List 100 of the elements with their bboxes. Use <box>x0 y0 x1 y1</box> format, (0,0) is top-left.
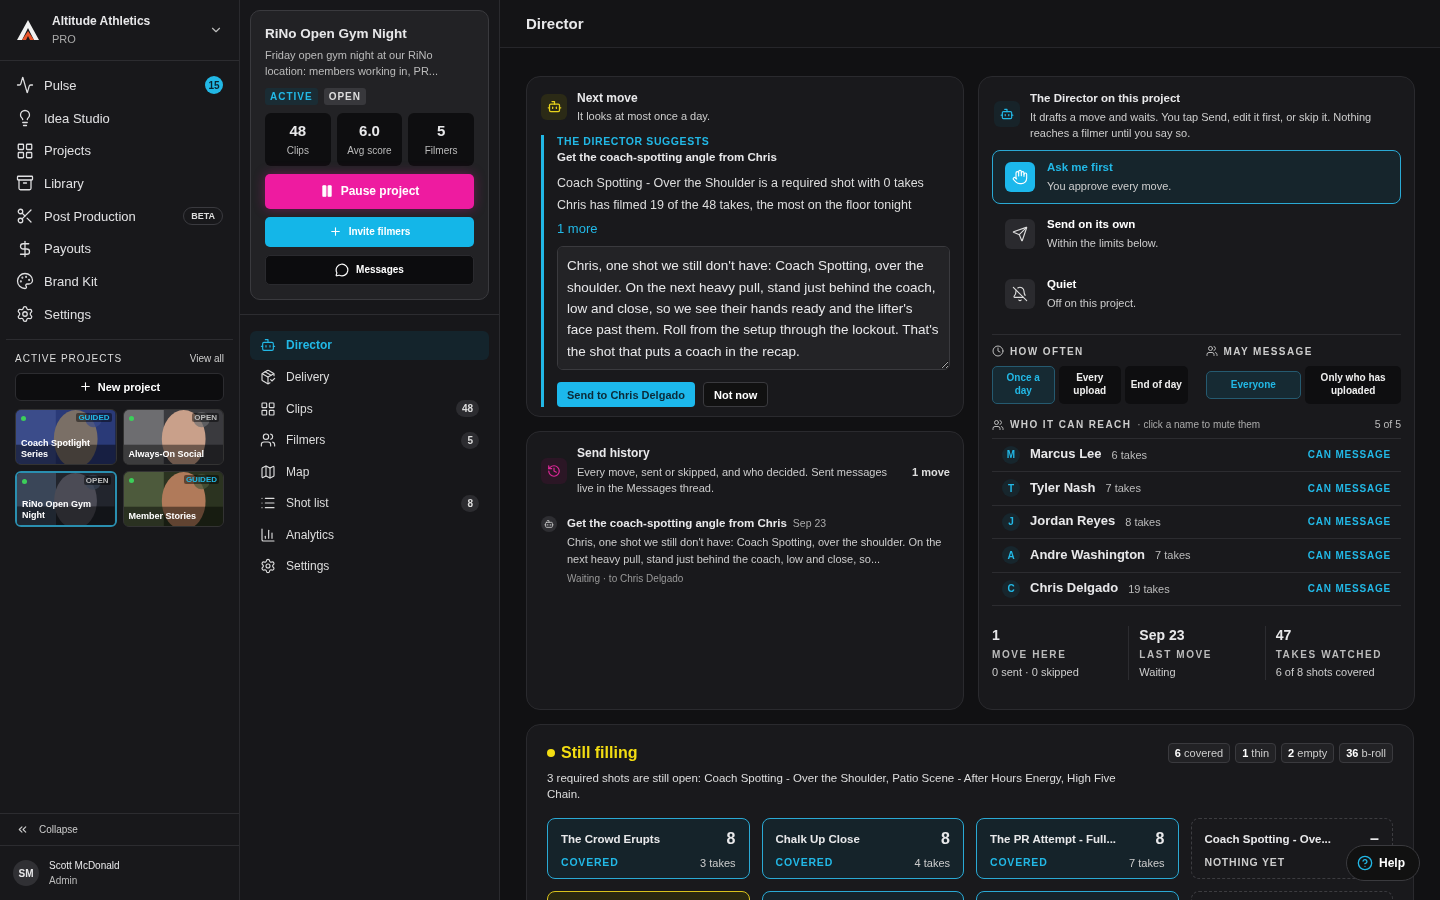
project-nav-item[interactable]: Clips 48 <box>250 393 489 425</box>
project-nav-item[interactable]: Analytics <box>250 519 489 551</box>
stat-value: 48 <box>289 120 307 141</box>
message-field[interactable]: Chris, one shot we still don't have: Coach Spotting, over the shoulder. On the next heavy pull, stand just behind the coach, low and close, so we see their hands ready and the lifter's face past them. Roll from the setup through the lockout. That's the shot that puts a coach in the recap. <box>557 246 950 371</box>
send-icon <box>1012 225 1028 242</box>
mode-subtitle: You approve every move. <box>1047 179 1172 194</box>
count-badge: 8 <box>461 494 479 512</box>
project-nav-item[interactable]: Filmers 5 <box>250 424 489 457</box>
users-icon <box>1205 345 1218 358</box>
shot-title: Chalk Up Close <box>775 831 860 847</box>
card-title: Next move <box>577 91 639 107</box>
project-thumbnail[interactable]: GUIDED Coach Spotlight Series <box>15 408 117 465</box>
page-title: Director <box>526 13 584 34</box>
shot-card[interactable]: The Crowd Erupts 8 COVERED 3 takes <box>547 818 750 879</box>
collapse-button[interactable]: Collapse <box>0 813 239 846</box>
project-thumbnail[interactable]: GUIDED Member Stories <box>122 470 224 527</box>
package-icon <box>260 369 276 386</box>
filmer-name: Andre Washington <box>1030 546 1146 564</box>
stat-label: Clips <box>286 144 309 158</box>
coverage-chip: 2 empty <box>1281 743 1335 763</box>
shot-count: 8 <box>1155 829 1165 849</box>
settings-icon <box>260 558 276 575</box>
take-count: 6 takes <box>1111 447 1148 462</box>
nav-item[interactable]: Brand Kit <box>16 265 223 298</box>
audience-option[interactable]: Only who has uploaded <box>1305 365 1401 404</box>
nav-item[interactable]: Idea Studio <box>16 101 223 135</box>
suggestion-eyebrow: THE DIRECTOR SUGGESTS <box>557 134 711 149</box>
card-subtitle: Every move, sent or skipped, and who decided. Sent messages live in the Messages thread. <box>577 464 888 496</box>
filmer-row[interactable]: T Tyler Nash 7 takes CAN MESSAGE <box>992 472 1401 506</box>
user-name: Scott McDonald <box>49 859 120 872</box>
pulse-icon <box>16 76 34 95</box>
project-title: Member Stories <box>128 510 198 522</box>
project-title: RiNo Open Gym Night <box>22 498 92 521</box>
shot-count: 8 <box>941 829 950 849</box>
mode-option[interactable]: Send on its own Within the limits below. <box>992 203 1401 264</box>
workspace-name: Altitude Athletics <box>52 14 152 30</box>
shot-card[interactable]: Chalk Up Close 8 COVERED 4 takes <box>761 818 964 879</box>
shot-status: NOTHING YET <box>1204 855 1285 870</box>
filmer-name: Jordan Reyes <box>1030 513 1116 531</box>
new-project-button[interactable]: New project <box>15 372 224 401</box>
frequency-option[interactable]: Once a day <box>992 365 1055 404</box>
pause-icon <box>319 184 334 199</box>
mode-option[interactable]: Quiet Off on this project. <box>992 263 1401 324</box>
suggestion-title: Get the coach-spotting angle from Chris <box>557 149 778 165</box>
take-count: 19 takes <box>1128 581 1171 596</box>
project-nav-item[interactable]: Director <box>250 330 489 360</box>
stat-label: LAST MOVE <box>1139 648 1214 662</box>
reach-count: 5 of 5 <box>1374 417 1401 432</box>
stat-value: Sep 23 <box>1139 626 1186 645</box>
project-nav-item[interactable]: Settings <box>250 550 489 583</box>
entry-status: Waiting · to Chris Delgado <box>567 571 685 585</box>
take-count: 8 takes <box>1125 514 1162 529</box>
project-tag: GUIDED <box>183 474 219 484</box>
chat-icon <box>335 262 350 277</box>
project-thumbnail[interactable]: OPEN RiNo Open Gym Night <box>15 470 117 527</box>
robot-icon <box>1000 107 1014 121</box>
hand-icon <box>1012 168 1028 185</box>
nav-item[interactable]: Pulse 15 <box>16 69 223 102</box>
scissors-icon <box>16 207 34 226</box>
project-title: Coach Spotlight Series <box>21 437 91 460</box>
archive-icon <box>16 174 34 193</box>
nav-item[interactable]: Post Production BETA <box>16 199 223 233</box>
filmer-row[interactable]: J Jordan Reyes 8 takes CAN MESSAGE <box>992 505 1401 540</box>
view-all-link[interactable]: View all <box>189 352 224 364</box>
message-status: CAN MESSAGE <box>1307 481 1391 495</box>
plus-icon <box>328 225 342 239</box>
nav-item[interactable]: Projects <box>16 134 223 168</box>
shot-card[interactable]: The PR Attempt - Full... 8 COVERED 7 takes <box>976 818 1179 879</box>
message-status: CAN MESSAGE <box>1307 548 1391 562</box>
project-nav-item[interactable]: Shot list 8 <box>250 487 489 520</box>
shot-title: The PR Attempt - Full... <box>990 831 1117 847</box>
history-icon <box>547 464 561 479</box>
nav-item[interactable]: Payouts <box>16 232 223 266</box>
frequency-option[interactable]: Every upload <box>1058 365 1121 404</box>
more-link[interactable]: 1 more <box>557 221 950 237</box>
frequency-option[interactable]: End of day <box>1125 365 1188 404</box>
send-button[interactable]: Send to Chris Delgado <box>557 382 695 408</box>
entry-title: Get the coach-spotting angle from Chris <box>567 516 787 532</box>
project-title: Always-On Social <box>128 448 206 460</box>
not-now-button[interactable]: Not now <box>702 382 769 408</box>
pause-button[interactable]: Pause project <box>265 173 474 209</box>
users-icon <box>992 418 1004 431</box>
filmer-row[interactable]: A Andre Washington 7 takes CAN MESSAGE <box>992 539 1401 573</box>
nav-item[interactable]: Library <box>16 167 223 200</box>
take-count: 7 takes <box>1155 548 1192 563</box>
filmer-row[interactable]: M Marcus Lee 6 takes CAN MESSAGE <box>992 438 1401 473</box>
shot-status: COVERED <box>775 856 834 870</box>
coverage-title: Still filling <box>561 743 638 763</box>
messages-button[interactable]: Messages <box>265 254 474 285</box>
coverage-summary: 3 required shots are still open: Coach Spotting - Over the Shoulder, Patio Scene - After Hours Energy, High Five Chain. <box>547 770 1117 802</box>
project-nav-item[interactable]: Map <box>250 456 489 488</box>
message-status: CAN MESSAGE <box>1307 448 1391 462</box>
nav-item[interactable]: Settings <box>16 297 223 331</box>
audience-option[interactable]: Everyone <box>1205 370 1302 399</box>
project-tag: OPEN <box>83 475 111 485</box>
project-thumbnail[interactable]: OPEN Always-On Social <box>122 408 224 465</box>
filmer-row[interactable]: C Chris Delgado 19 takes CAN MESSAGE <box>992 572 1401 607</box>
stat-value: 5 <box>437 120 446 141</box>
mode-option[interactable]: Ask me first You approve every move. <box>992 149 1401 204</box>
project-nav-item[interactable]: Delivery <box>250 361 489 394</box>
